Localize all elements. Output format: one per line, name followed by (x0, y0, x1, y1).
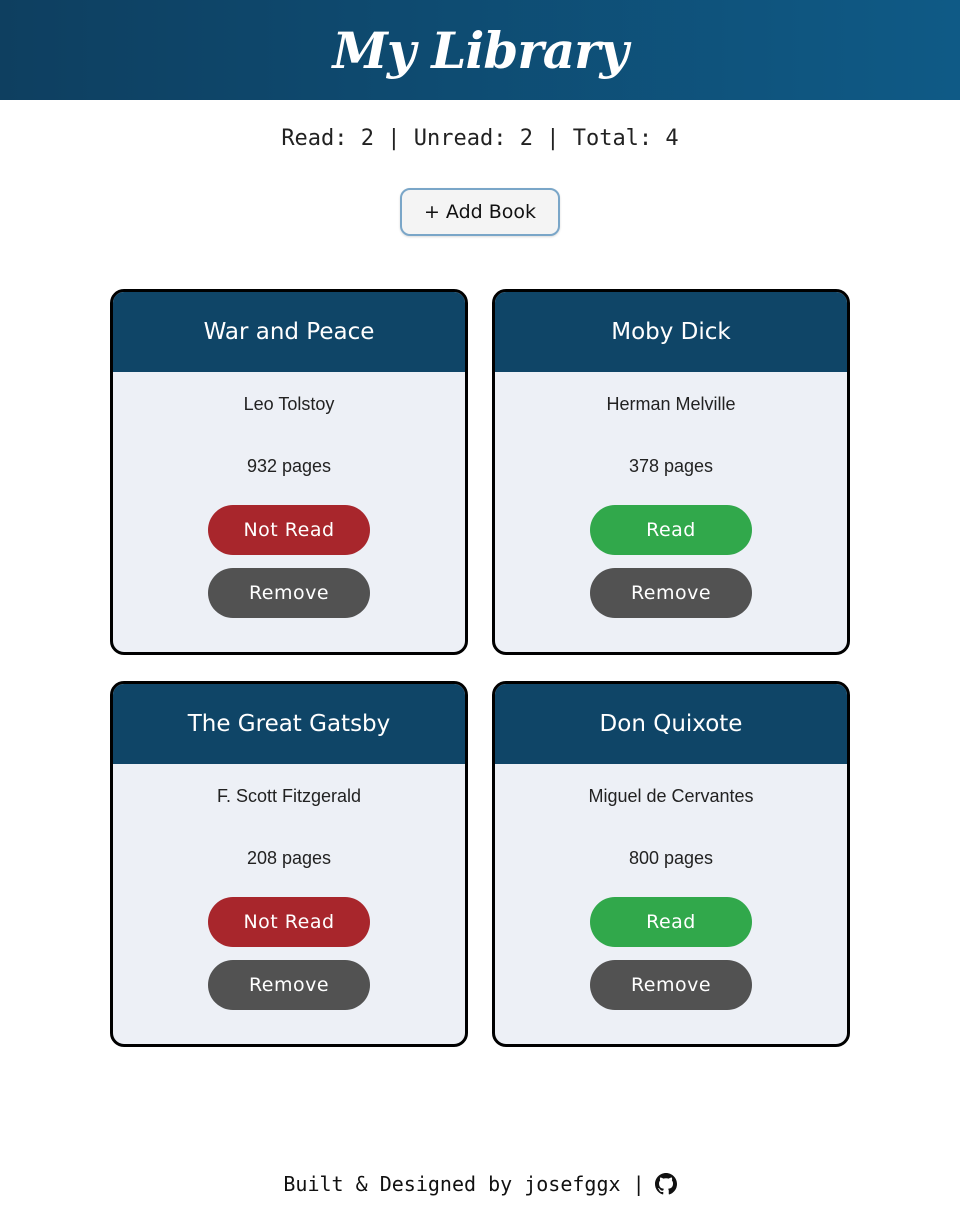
read-status-toggle[interactable]: Read (590, 505, 752, 555)
book-card-header: Moby Dick (495, 292, 847, 372)
book-title: War and Peace (203, 319, 375, 345)
book-pages: 378 pages (628, 456, 714, 476)
remove-button[interactable]: Remove (208, 960, 370, 1010)
book-card-header: War and Peace (113, 292, 465, 372)
book-author: F. Scott Fitzgerald (216, 786, 362, 806)
read-status-toggle[interactable]: Not Read (208, 897, 370, 947)
read-status-toggle[interactable]: Not Read (208, 505, 370, 555)
book-pages: 932 pages (246, 456, 332, 476)
book-title: Don Quixote (599, 711, 743, 737)
book-author: Miguel de Cervantes (588, 786, 754, 806)
read-status-toggle[interactable]: Read (590, 897, 752, 947)
book-card: The Great Gatsby F. Scott Fitzgerald 208… (110, 681, 468, 1047)
remove-button[interactable]: Remove (590, 960, 752, 1010)
book-author: Leo Tolstoy (243, 394, 335, 414)
book-author: Herman Melville (606, 394, 736, 414)
book-grid: War and Peace Leo Tolstoy 932 pages Not … (110, 289, 850, 1047)
add-book-button[interactable]: + Add Book (400, 188, 560, 236)
remove-button[interactable]: Remove (208, 568, 370, 618)
github-icon[interactable] (654, 1173, 677, 1195)
library-stats: Read: 2 | Unread: 2 | Total: 4 (281, 126, 679, 151)
book-card-header: Don Quixote (495, 684, 847, 764)
book-card: Don Quixote Miguel de Cervantes 800 page… (492, 681, 850, 1047)
page-header: My Library (0, 0, 960, 100)
book-title: Moby Dick (611, 319, 731, 345)
remove-button[interactable]: Remove (590, 568, 752, 618)
book-card: Moby Dick Herman Melville 378 pages Read… (492, 289, 850, 655)
book-pages: 800 pages (628, 848, 714, 868)
book-card-header: The Great Gatsby (113, 684, 465, 764)
page-footer: Built & Designed by josefggx | (0, 1172, 960, 1196)
book-title: The Great Gatsby (187, 711, 391, 737)
page-title: My Library (332, 20, 628, 80)
book-pages: 208 pages (246, 848, 332, 868)
book-card: War and Peace Leo Tolstoy 932 pages Not … (110, 289, 468, 655)
footer-credit: Built & Designed by josefggx | (283, 1172, 645, 1196)
